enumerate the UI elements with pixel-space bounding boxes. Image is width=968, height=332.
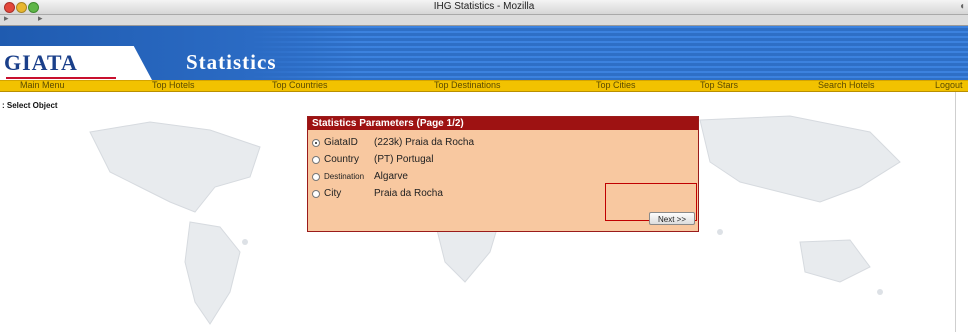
nav-item-top-hotels[interactable]: Top Hotels [152, 80, 195, 90]
window-right-edge [955, 92, 968, 332]
main-nav: Main Menu Top Hotels Top Countries Top D… [0, 80, 968, 92]
nav-item-top-cities[interactable]: Top Cities [596, 80, 636, 90]
window-titlebar: IHG Statistics - Mozilla ◖ [0, 0, 968, 15]
browser-toolbar: ▸ ▸ [0, 13, 968, 26]
country-label: Country [324, 154, 360, 165]
select-object-text: Select Object [6, 101, 58, 110]
nav-item-logout[interactable]: Logout [935, 80, 963, 90]
statistics-parameters-dialog: Statistics Parameters (Page 1/2) GiataID… [307, 116, 699, 232]
window-title: IHG Statistics - Mozilla [433, 1, 535, 12]
nav-item-top-destinations[interactable]: Top Destinations [434, 80, 501, 90]
nav-item-top-countries[interactable]: Top Countries [272, 80, 328, 90]
giataid-value: (223k) Praia da Rocha [374, 137, 475, 148]
dialog-title: Statistics Parameters (Page 1/2) [308, 117, 698, 130]
nav-item-main-menu[interactable]: Main Menu [20, 80, 65, 90]
destination-label: Destination [324, 172, 365, 181]
giataid-label: GiataID [324, 137, 358, 148]
destination-value: Algarve [374, 171, 408, 182]
city-label: City [324, 188, 342, 199]
country-radio[interactable] [312, 156, 320, 164]
site-banner: GIATA Statistics [0, 26, 968, 80]
left-margin [0, 92, 9, 332]
toolbar-toggle-icon[interactable]: ◖ [959, 1, 965, 12]
next-button[interactable]: Next >> [649, 212, 695, 225]
toolbar-arrow-icon[interactable]: ▸ [38, 13, 43, 24]
select-object-label: : Select Object [2, 101, 58, 110]
giataid-radio[interactable] [312, 139, 320, 147]
banner-title: Statistics [186, 50, 277, 74]
country-value: (PT) Portugal [374, 154, 434, 165]
giata-logo[interactable]: GIATA [4, 50, 78, 76]
nav-item-top-stars[interactable]: Top Stars [700, 80, 738, 90]
destination-radio[interactable] [312, 173, 320, 181]
page-content: : Select Object Statistics Parameters (P… [0, 92, 968, 332]
city-radio[interactable] [312, 190, 320, 198]
toolbar-arrow-icon[interactable]: ▸ [4, 13, 9, 24]
city-value: Praia da Rocha [374, 188, 443, 199]
nav-item-search-hotels[interactable]: Search Hotels [818, 80, 875, 90]
logo-underline [6, 77, 116, 79]
